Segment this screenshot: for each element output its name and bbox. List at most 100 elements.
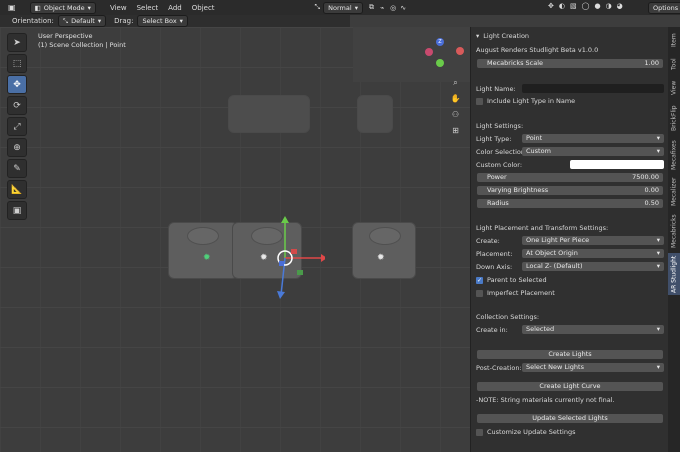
create-light-curve-button[interactable]: Create Light Curve — [477, 382, 663, 391]
3d-viewport[interactable]: User Perspective (1) Scene Collection | … — [0, 27, 470, 452]
parent-to-selected-checkbox[interactable]: ✓ — [476, 276, 483, 284]
grid-view-icon[interactable]: ⊞ — [450, 125, 461, 136]
mode-select[interactable]: ◧ Object Mode ▾ — [29, 1, 96, 14]
rotate-tool-icon[interactable]: ⟳ — [7, 96, 27, 115]
cursor-tool-icon[interactable]: ➤ — [7, 33, 27, 52]
parent-to-selected-row[interactable]: ✓ Parent to Selected — [476, 276, 547, 284]
create-select[interactable]: One Light Per Piece ▾ — [522, 236, 664, 245]
chevron-down-icon: ▾ — [97, 17, 102, 25]
tool-settings-bar: Orientation: ⤡ Default ▾ Drag: Select Bo… — [0, 15, 350, 27]
transform-tool-icon[interactable]: ⊕ — [7, 138, 27, 157]
post-creation-select[interactable]: Select New Lights ▾ — [522, 363, 664, 372]
custom-color-swatch[interactable] — [570, 160, 664, 169]
chevron-down-icon: ▾ — [354, 3, 358, 12]
xray-icon[interactable]: ▧ — [570, 2, 577, 10]
imperfect-placement-checkbox[interactable] — [476, 289, 483, 297]
annotate-tool-icon[interactable]: ✎ — [7, 159, 27, 178]
orientation-select[interactable]: ⤡ Default ▾ — [57, 15, 107, 27]
shading-solid-icon[interactable]: ● — [594, 2, 600, 10]
placement-heading: Light Placement and Transform Settings: — [476, 224, 609, 232]
chevron-down-icon: ▾ — [656, 262, 660, 270]
pan-hand-icon[interactable]: ✋ — [450, 93, 461, 104]
menu-select[interactable]: Select — [137, 4, 159, 12]
tab-mecalizer[interactable]: Mecalizer — [668, 175, 680, 209]
placement-select[interactable]: At Object Origin ▾ — [522, 249, 664, 258]
header-bar: ▣ ◧ Object Mode ▾ View Select Add Object… — [0, 0, 680, 15]
tab-ar-studlight[interactable]: AR Studlight — [668, 253, 680, 295]
shading-rendered-icon[interactable]: ◕ — [617, 2, 623, 10]
panel-header[interactable]: ▾ Light Creation — [476, 32, 529, 40]
include-type-checkbox[interactable] — [476, 97, 483, 105]
background-brick[interactable] — [228, 95, 310, 133]
tab-brickflip[interactable]: BrickFlip — [668, 101, 680, 135]
options-button[interactable]: Options — [648, 2, 680, 14]
color-selection-select[interactable]: Custom ▾ — [522, 147, 664, 156]
scale-tool-icon[interactable]: ⤢ — [7, 117, 27, 136]
create-in-select[interactable]: Selected ▾ — [522, 325, 664, 334]
drag-select[interactable]: Select Box ▾ — [137, 15, 188, 27]
shading-material-icon[interactable]: ◑ — [606, 2, 612, 10]
power-field[interactable]: Power 7500.00 — [477, 173, 663, 182]
transform-orientation-icon: ⤡ — [314, 3, 321, 11]
zoom-icon[interactable]: ⌕ — [450, 77, 461, 88]
down-axis-select[interactable]: Local Z- (Default) ▾ — [522, 262, 664, 271]
tab-mecabricks[interactable]: Mecabricks — [668, 211, 680, 251]
placement-label: Placement: — [476, 250, 513, 258]
custom-color-label: Custom Color: — [476, 161, 523, 169]
transform-orientation-select[interactable]: Normal ▾ — [323, 1, 363, 14]
tab-mecafixes[interactable]: Mecafixes — [668, 137, 680, 173]
brick-1[interactable] — [168, 222, 238, 279]
proportional-edit-icon[interactable]: ◎ — [390, 4, 396, 12]
mecabricks-scale-field[interactable]: Mecabricks Scale 1.00 — [477, 59, 663, 68]
update-selected-lights-button[interactable]: Update Selected Lights — [477, 414, 663, 423]
brick-3[interactable] — [352, 222, 416, 279]
varying-brightness-field[interactable]: Varying Brightness 0.00 — [477, 186, 663, 195]
stud — [369, 227, 401, 245]
navigation-gizmo-area[interactable]: Z — [353, 27, 470, 82]
customize-update-checkbox[interactable] — [476, 428, 483, 436]
tab-item[interactable]: Item — [668, 29, 680, 51]
version-label: August Renders Studlight Beta v1.0.0 — [476, 46, 599, 54]
wave-icon[interactable]: ∿ — [400, 4, 406, 12]
shading-wire-icon[interactable]: ◯ — [582, 2, 590, 10]
post-creation-label: Post-Creation: — [476, 364, 522, 372]
include-type-checkbox-row[interactable]: Include Light Type in Name — [476, 97, 575, 105]
add-cube-icon[interactable]: ▣ — [7, 201, 27, 220]
radius-field[interactable]: Radius 0.50 — [477, 199, 663, 208]
create-lights-button[interactable]: Create Lights — [477, 350, 663, 359]
light-type-select[interactable]: Point ▾ — [522, 134, 664, 143]
menu-view[interactable]: View — [110, 4, 127, 12]
customize-update-row[interactable]: Customize Update Settings — [476, 428, 575, 436]
snap-icon[interactable]: ⧉ — [369, 3, 374, 12]
measure-tool-icon[interactable]: 📐 — [7, 180, 27, 199]
light-type-label: Light Type: — [476, 135, 512, 143]
drag-label: Drag: — [114, 17, 134, 25]
axis-neg-y-icon[interactable] — [456, 47, 464, 55]
chevron-down-icon: ▾ — [656, 236, 660, 244]
axis-y-icon[interactable] — [436, 59, 444, 67]
chevron-down-icon: ▾ — [656, 249, 660, 257]
tab-tool[interactable]: Tool — [668, 53, 680, 75]
note-text: -NOTE: String materials currently not fi… — [476, 396, 615, 404]
axis-x-icon[interactable] — [425, 48, 433, 56]
overlay-icon[interactable]: ◐ — [559, 2, 565, 10]
move-gizmo[interactable] — [245, 215, 325, 305]
light-marker-icon[interactable]: ✹ — [377, 253, 385, 263]
background-brick[interactable] — [357, 95, 393, 133]
chevron-down-icon: ▾ — [656, 325, 660, 333]
axis-z-icon[interactable]: Z — [436, 38, 444, 46]
light-marker-icon[interactable]: ✹ — [203, 253, 211, 263]
menu-add[interactable]: Add — [168, 4, 182, 12]
camera-icon[interactable]: ⚇ — [450, 109, 461, 120]
light-name-input[interactable] — [522, 84, 664, 93]
imperfect-placement-row[interactable]: Imperfect Placement — [476, 289, 555, 297]
select-box-icon[interactable]: ⬚ — [7, 54, 27, 73]
menu-object[interactable]: Object — [192, 4, 215, 12]
tab-view[interactable]: View — [668, 77, 680, 99]
editor-type-button[interactable]: ▣ — [8, 3, 16, 12]
chevron-down-icon: ▾ — [656, 134, 660, 142]
chevron-down-icon: ▾ — [656, 363, 660, 371]
move-tool-icon[interactable]: ✥ — [7, 75, 27, 94]
gizmo-toggle-icon[interactable]: ✥ — [548, 2, 554, 10]
magnet-icon[interactable]: ⌁ — [380, 4, 384, 12]
